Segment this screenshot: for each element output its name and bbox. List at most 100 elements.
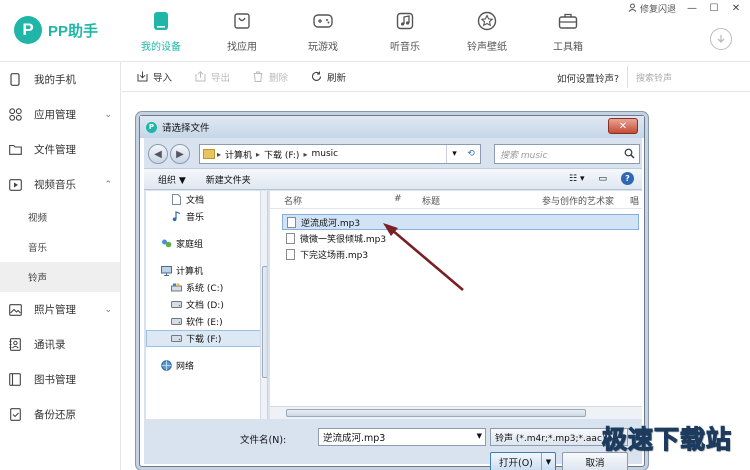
address-bar[interactable]: ▸ 计算机 ▸ 下载 (F:) ▸ music ▾ ⟲ [199,144,481,164]
drive-icon [170,316,182,327]
file-list-scrollbar[interactable] [270,406,642,419]
import-button[interactable]: 导入 [136,70,172,84]
tree-item-network[interactable]: 网络 [146,357,267,374]
sidebar-item-my-phone[interactable]: 我的手机 [0,62,120,97]
sidebar-subitem-ringtones[interactable]: 铃声 [0,262,120,292]
tree-item-drive-e[interactable]: 软件 (E:) [146,313,267,330]
file-item[interactable]: 下完这场雨.mp3 [282,246,640,262]
sidebar: 我的手机 应用管理 ⌄ 文件管理 视频音乐 ⌃ 视频 音乐 铃声 照片管理 ⌄ … [0,62,121,470]
sidebar-item-app-management[interactable]: 应用管理 ⌄ [0,97,120,132]
column-artist[interactable]: 参与创作的艺术家 [542,194,614,207]
sidebar-subitem-music[interactable]: 音乐 [0,232,120,262]
tree-item-drive-c[interactable]: 系统 (C:) [146,279,267,296]
file-item-selected[interactable]: 逆流成河.mp3 [282,214,639,230]
close-window-button[interactable]: ✕ [730,3,742,15]
tree-item-documents[interactable]: 文档 [146,191,267,208]
nav-label: 铃声壁纸 [467,42,507,53]
sidebar-item-file-management[interactable]: 文件管理 [0,132,120,167]
ringtone-howto-link[interactable]: 如何设置铃声? [557,71,619,85]
tree-scrollbar-thumb[interactable] [262,266,267,378]
nav-ringtones-wallpapers[interactable]: 铃声壁纸 [456,10,518,53]
dialog-close-button[interactable]: ✕ [608,118,638,134]
nav-my-device[interactable]: 我的设备 [130,10,192,53]
nav-find-apps[interactable]: 找应用 [211,10,273,53]
breadcrumb-separator-icon: ▸ [217,149,222,159]
sidebar-item-photo-management[interactable]: 照片管理 ⌄ [0,292,120,327]
sidebar-item-video-music[interactable]: 视频音乐 ⌃ [0,167,120,202]
breadcrumb-music[interactable]: music [311,149,338,159]
star-icon [476,10,498,32]
sidebar-item-label: 应用管理 [34,109,76,121]
organize-menu[interactable]: 组织 ▼ [158,173,186,186]
dialog-title: 请选择文件 [162,123,210,134]
address-actions: ▾ ⟲ [446,145,480,163]
chevron-down-icon: ⌄ [104,305,112,315]
breadcrumb-computer[interactable]: 计算机 [225,148,252,161]
user-icon [628,3,637,15]
nav-play-games[interactable]: 玩游戏 [292,10,354,53]
top-navigation-bar: P PP助手 我的设备 找应用 玩游戏 听音乐 铃声壁纸 工具箱 修复闪退 — … [0,0,750,62]
file-list-scrollbar-thumb[interactable] [286,409,586,417]
help-icon[interactable]: ? [621,172,634,185]
sidebar-subitem-video[interactable]: 视频 [0,202,120,232]
ringtone-search-input[interactable]: 搜索铃声 [627,66,742,88]
network-icon [160,360,172,371]
dialog-search-input[interactable]: 搜索 music [494,144,640,164]
tree-item-drive-d[interactable]: 文档 (D:) [146,296,267,313]
column-title[interactable]: 标题 [422,194,440,207]
app-logo: P PP助手 [14,16,98,44]
nav-toolbox[interactable]: 工具箱 [537,10,599,53]
delete-button[interactable]: 删除 [252,70,288,84]
bag-icon [231,10,253,32]
nav-listen-music[interactable]: 听音乐 [374,10,436,53]
sidebar-item-backup-restore[interactable]: 备份还原 [0,397,120,432]
dropdown-arrow-icon[interactable]: ▾ [452,149,457,159]
download-icon [717,35,725,43]
file-list-pane: 名称 # 标题 参与创作的艺术家 唱 逆流成河.mp3 微微一笑很倾城.mp3 [270,191,642,419]
filename-input[interactable]: 逆流成河.mp3 ▼ [318,428,486,446]
tree-item-drive-f[interactable]: 下载 (F:) [146,330,267,347]
column-track-number[interactable]: # [394,194,402,204]
tree-item-music-library[interactable]: 音乐 [146,208,267,225]
maximize-button[interactable]: ☐ [708,3,720,15]
minimize-button[interactable]: — [686,3,698,15]
pp-assistant-window: P PP助手 我的设备 找应用 玩游戏 听音乐 铃声壁纸 工具箱 修复闪退 — … [0,0,750,470]
sidebar-item-contacts[interactable]: 通讯录 [0,327,120,362]
chevron-down-icon[interactable]: ▼ [477,432,482,440]
tree-item-label: 家庭组 [176,240,204,250]
repair-crash-button[interactable]: 修复闪退 [628,2,676,15]
refresh-button[interactable]: 刷新 [310,70,346,84]
preview-pane-icon[interactable]: ▭ [598,174,607,184]
sidebar-item-book-management[interactable]: 图书管理 [0,362,120,397]
breadcrumb-drive-f[interactable]: 下载 (F:) [264,148,299,161]
address-row: ◀ ▶ ▸ 计算机 ▸ 下载 (F:) ▸ music ▾ ⟲ 搜索 music [144,142,642,166]
system-drive-icon [170,282,182,293]
trash-icon [252,71,264,83]
chevron-down-icon[interactable]: ▼ [541,453,555,470]
file-item[interactable]: 微微一笑很倾城.mp3 [282,230,640,246]
drive-icon [170,299,182,310]
tree-item-label: 文档 [186,196,205,206]
file-list-header: 名称 # 标题 参与创作的艺术家 唱 [270,191,642,209]
tree-item-homegroup[interactable]: 家庭组 [146,235,267,252]
open-button[interactable]: 打开(O) ▼ [490,452,556,470]
tree-item-label: 下载 (F:) [186,335,222,345]
new-folder-button[interactable]: 新建文件夹 [206,173,251,186]
tree-item-computer[interactable]: 计算机 [146,262,267,279]
chevron-down-icon: ⌄ [104,110,112,120]
address-refresh-icon[interactable]: ⟲ [467,149,475,159]
nav-label: 听音乐 [390,42,420,53]
forward-button[interactable]: ▶ [170,144,190,164]
export-button[interactable]: 导出 [194,70,230,84]
back-button[interactable]: ◀ [148,144,168,164]
sidebar-item-label: 图书管理 [34,374,76,386]
breadcrumb-separator-icon: ▸ [303,149,308,159]
column-album[interactable]: 唱 [630,194,639,207]
book-icon [8,373,22,387]
view-options-icon[interactable]: ☷ ▾ [569,174,584,184]
download-manager-button[interactable] [710,28,732,50]
logo-text: PP助手 [48,22,99,40]
apps-icon [8,108,22,122]
column-name[interactable]: 名称 [284,194,302,207]
tree-scrollbar[interactable] [260,191,267,419]
